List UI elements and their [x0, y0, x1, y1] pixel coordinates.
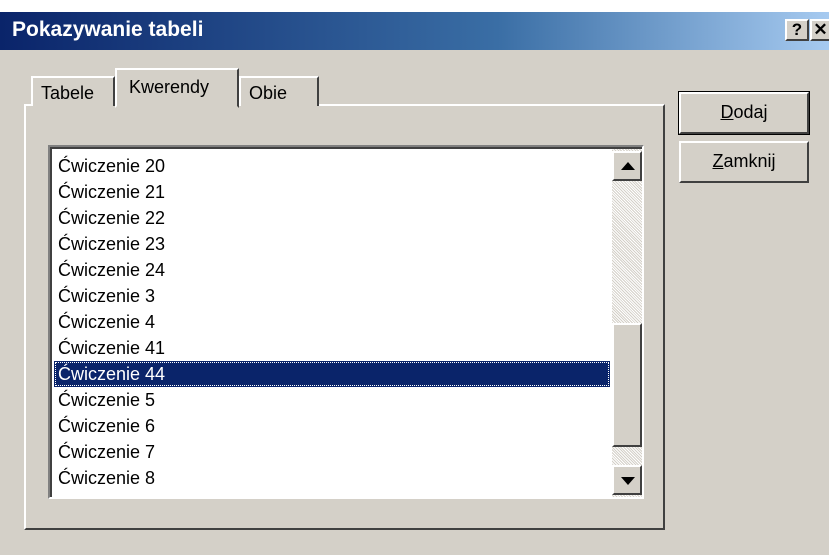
list-item[interactable]: Ćwiczenie 22: [54, 205, 610, 231]
list-item[interactable]: Ćwiczenie 21: [54, 179, 610, 205]
tab-tables[interactable]: Tabele: [31, 76, 115, 106]
title-bar[interactable]: Pokazywanie tabeli ? ✕: [0, 12, 829, 50]
list-item[interactable]: Ćwiczenie 8: [54, 465, 610, 491]
list-item[interactable]: Ćwiczenie 3: [54, 283, 610, 309]
query-list: Ćwiczenie 20 Ćwiczenie 21 Ćwiczenie 22 Ć…: [54, 153, 610, 491]
scroll-thumb[interactable]: [612, 323, 642, 447]
tab-queries-label: Kwerendy: [129, 77, 210, 97]
list-item[interactable]: Ćwiczenie 7: [54, 439, 610, 465]
list-item-selected[interactable]: Ćwiczenie 44: [54, 361, 610, 387]
list-item[interactable]: Ćwiczenie 4: [54, 309, 610, 335]
scroll-down-button[interactable]: [612, 465, 642, 495]
vertical-scrollbar[interactable]: [612, 149, 642, 497]
list-item[interactable]: Ćwiczenie 24: [54, 257, 610, 283]
list-item[interactable]: Ćwiczenie 6: [54, 413, 610, 439]
tab-queries[interactable]: Kwerendy: [115, 68, 239, 108]
add-accel: D: [720, 102, 734, 122]
tab-tables-label: Tabele: [41, 83, 95, 103]
add-button[interactable]: Dodaj: [678, 91, 810, 135]
scroll-up-button[interactable]: [612, 151, 642, 181]
list-item[interactable]: Ćwiczenie 5: [54, 387, 610, 413]
close-button[interactable]: Zamknij: [679, 141, 809, 183]
tab-both-label: Obie: [249, 83, 288, 103]
arrow-down-icon: [621, 477, 635, 485]
close-accel: Z: [712, 151, 724, 171]
list-item[interactable]: Ćwiczenie 20: [54, 153, 610, 179]
close-window-button[interactable]: ✕: [810, 19, 829, 41]
close-label-rest: amknij: [723, 151, 776, 171]
list-item[interactable]: Ćwiczenie 23: [54, 231, 610, 257]
listbox-inner: Ćwiczenie 20 Ćwiczenie 21 Ćwiczenie 22 Ć…: [50, 147, 642, 497]
tab-both[interactable]: Obie: [239, 76, 319, 106]
arrow-up-icon: [621, 162, 635, 170]
list-item[interactable]: Ćwiczenie 41: [54, 335, 610, 361]
help-button[interactable]: ?: [785, 19, 809, 41]
query-listbox[interactable]: Ćwiczenie 20 Ćwiczenie 21 Ćwiczenie 22 Ć…: [48, 145, 644, 499]
add-label-rest: odaj: [733, 102, 768, 122]
dialog-title: Pokazywanie tabeli: [12, 18, 204, 41]
